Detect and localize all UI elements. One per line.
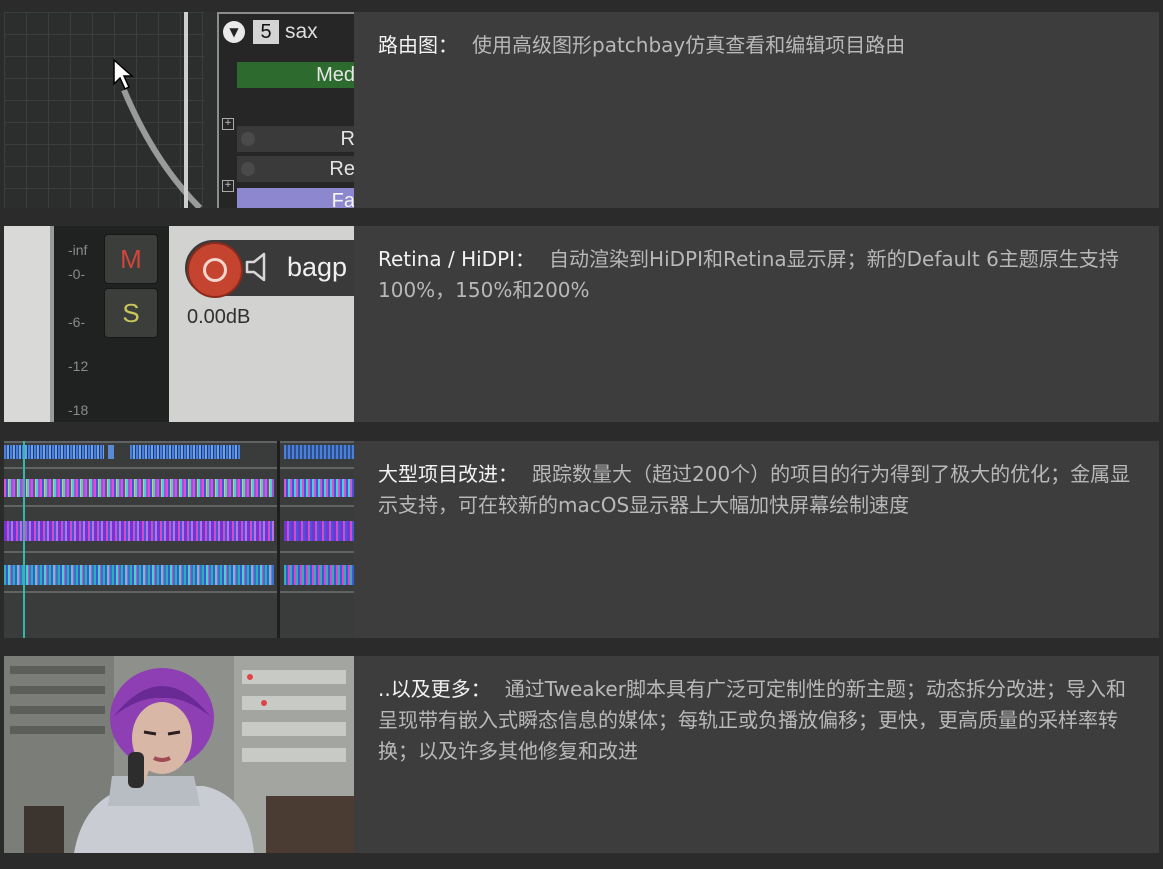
feature-text: 使用高级图形patchbay仿真查看和编辑项目路由 bbox=[472, 33, 905, 57]
expand-plus-icon[interactable]: + bbox=[222, 180, 234, 192]
waveform-thumbnail bbox=[4, 441, 354, 638]
solo-button[interactable]: S bbox=[104, 288, 158, 338]
mute-button[interactable]: M bbox=[104, 234, 158, 284]
meter-label: -12 bbox=[68, 358, 88, 374]
retina-thumbnail: -inf -0- -6- -12 -18 M S bagp 0.00dB bbox=[4, 226, 354, 422]
waveform bbox=[284, 445, 354, 459]
photo-illustration bbox=[4, 656, 354, 853]
waveform bbox=[4, 445, 104, 459]
record-arm-button[interactable] bbox=[187, 242, 243, 298]
waveform bbox=[284, 565, 354, 585]
vertical-divider bbox=[184, 12, 188, 208]
expand-plus-icon[interactable]: + bbox=[222, 118, 234, 130]
pin-dot-icon bbox=[241, 132, 255, 146]
waveform bbox=[108, 445, 114, 459]
lane-separator bbox=[4, 467, 354, 469]
meter-label: -inf bbox=[68, 242, 87, 258]
mouse-cursor-icon bbox=[112, 58, 136, 92]
feature-row-more: ..以及更多：通过Tweaker脚本具有广泛可定制性的新主题；动态拆分改进；导入… bbox=[4, 656, 1159, 853]
feature-title: ..以及更多： bbox=[378, 677, 491, 701]
feature-title: 路由图： bbox=[378, 33, 458, 57]
meter-label: -18 bbox=[68, 402, 88, 418]
waveform bbox=[130, 445, 240, 459]
track-lane bbox=[4, 445, 354, 459]
track-name: bagp bbox=[287, 252, 347, 283]
track-name: sax bbox=[285, 20, 318, 44]
lane-separator bbox=[4, 441, 354, 443]
lane-separator bbox=[4, 591, 354, 593]
edit-cursor bbox=[23, 441, 25, 638]
node-row-fa[interactable]: Fa bbox=[237, 188, 354, 208]
track-lane bbox=[4, 479, 354, 497]
track-panel: bagp 0.00dB bbox=[169, 226, 354, 422]
feature-description: 路由图： 使用高级图形patchbay仿真查看和编辑项目路由 bbox=[378, 30, 1138, 61]
waveform bbox=[4, 479, 274, 497]
feature-row-routing: ▼ 5 sax Med + R Re + Fa 路由图： 使用高级图形patchb… bbox=[4, 12, 1159, 208]
feature-row-retina: -inf -0- -6- -12 -18 M S bagp 0.00dB Ret… bbox=[4, 226, 1159, 422]
track-lane bbox=[4, 521, 354, 541]
photo-thumbnail bbox=[4, 656, 354, 853]
track-node[interactable]: ▼ 5 sax Med + R Re + Fa bbox=[217, 12, 354, 208]
meter-label: -6- bbox=[68, 314, 85, 330]
waveform bbox=[4, 565, 274, 585]
feature-description: ..以及更多：通过Tweaker脚本具有广泛可定制性的新主题；动态拆分改进；导入… bbox=[378, 674, 1138, 767]
track-node-header: ▼ 5 sax bbox=[223, 20, 318, 44]
level-meter: -inf -0- -6- -12 -18 M S bbox=[54, 226, 169, 422]
track-lane bbox=[4, 565, 354, 585]
feature-description: Retina / HiDPI：自动渲染到HiDPI和Retina显示屏；新的De… bbox=[378, 244, 1138, 306]
feature-row-large-projects: 大型项目改进：跟踪数量大（超过200个）的项目的行为得到了极大的优化；金属显示支… bbox=[4, 441, 1159, 638]
lane-separator bbox=[4, 551, 354, 553]
lane-separator bbox=[4, 505, 354, 507]
pin-dot-icon bbox=[241, 162, 255, 176]
feature-title: 大型项目改进： bbox=[378, 462, 518, 486]
meter-label: -0- bbox=[68, 266, 85, 282]
feature-title: Retina / HiDPI： bbox=[378, 247, 535, 271]
speaker-icon[interactable] bbox=[244, 250, 278, 284]
record-icon bbox=[203, 258, 227, 282]
split-divider bbox=[277, 441, 280, 638]
collapse-triangle-icon[interactable]: ▼ bbox=[223, 21, 245, 43]
track-number: 5 bbox=[253, 20, 279, 44]
node-row-media[interactable]: Med bbox=[237, 62, 354, 88]
strip-edge bbox=[4, 226, 50, 422]
track-volume: 0.00dB bbox=[187, 306, 250, 329]
routing-thumbnail: ▼ 5 sax Med + R Re + Fa bbox=[4, 12, 354, 208]
waveform bbox=[4, 521, 274, 541]
feature-description: 大型项目改进：跟踪数量大（超过200个）的项目的行为得到了极大的优化；金属显示支… bbox=[378, 459, 1138, 521]
waveform bbox=[284, 521, 354, 541]
waveform bbox=[284, 479, 354, 497]
